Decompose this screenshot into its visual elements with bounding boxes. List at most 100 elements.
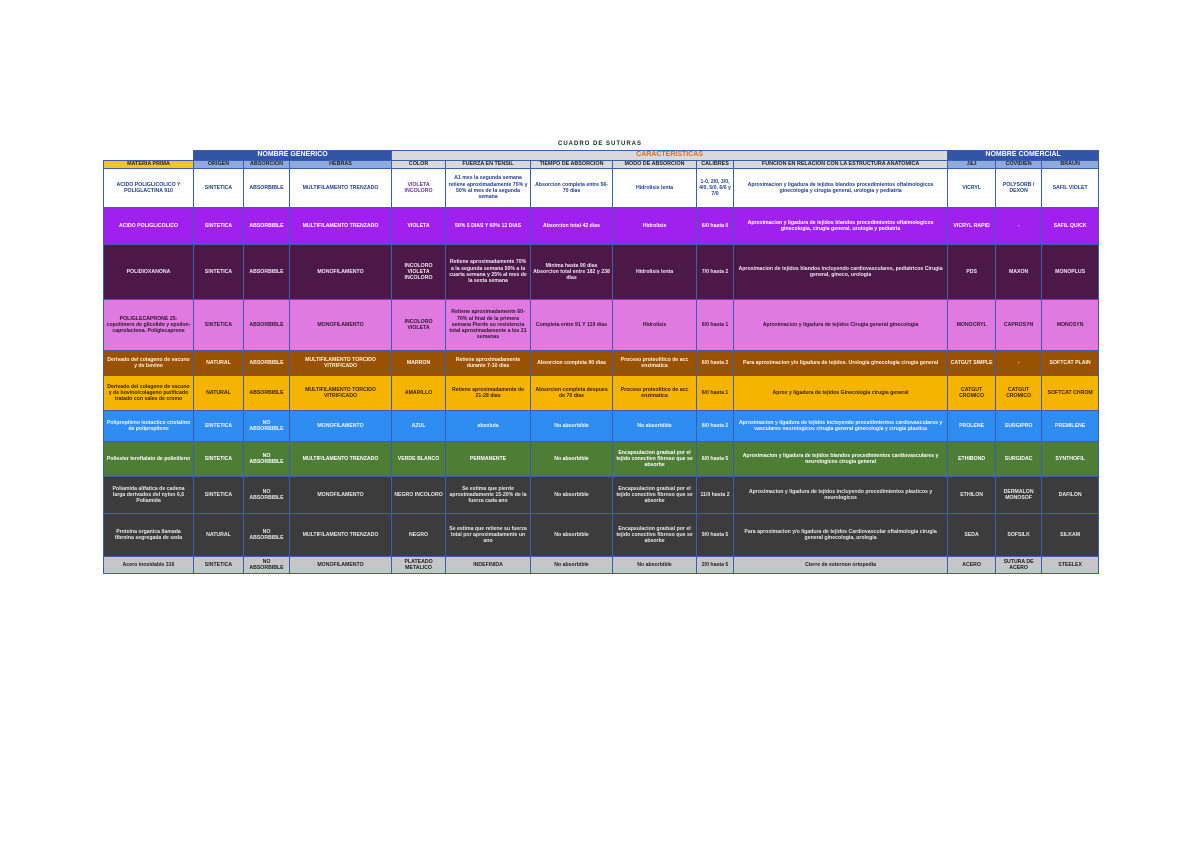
cell-color: NEGRO (391, 513, 447, 557)
cell-fuerza-tensil: Retiene aproximadamente 70% a la segunda… (445, 244, 532, 300)
cell-jj: MONOCRYL (947, 299, 997, 351)
cell-funcion: Aproximacion de tejidos blandos incluyen… (733, 244, 949, 300)
col-header-jj: J&J (947, 160, 997, 169)
cell-braun: MONOPLUS (1041, 244, 1100, 300)
cell-covidien: CATGUT CROMICO (995, 375, 1043, 411)
cell-funcion: Aprox y ligadura de tejidos Ginecologia … (733, 375, 949, 411)
cell-jj: PDS (947, 244, 997, 300)
table-row: ACIDO POLIGLICOLICO Y POLIGLACTINA 910 SI… (103, 168, 1100, 208)
cell-modo-absorcion: No absorbible (612, 556, 698, 574)
cell-hebras: MULTIFILAMENTO TRENZADO (288, 513, 393, 557)
cell-origen: NATURAL (193, 513, 244, 557)
cell-funcion: Para aproximacion y/o ligadura de tejido… (733, 513, 949, 557)
cell-covidien: DERMALON MONOSOF (995, 476, 1043, 514)
col-header-calibres: CALIBRES (696, 160, 735, 169)
cell-calibres: 6/0 hasta 0 (696, 207, 735, 245)
col-header-tiempo-absorcion: TIEMPO DE ABSORCION (530, 160, 614, 169)
cell-jj: PROLENE (947, 410, 997, 442)
cell-materia-prima: Derivado del colageno de vacuno y de bov… (103, 375, 194, 411)
cell-modo-absorcion: Hidrolisis lenta (612, 168, 698, 208)
cell-jj: ETHILON (947, 476, 997, 514)
cell-jj: CATGUT SIMPLE (947, 350, 997, 376)
cell-materia-prima: POLIDIOXANONA (103, 244, 194, 300)
cell-tiempo-absorcion: Absorcion total 42 dias (530, 207, 614, 245)
col-header-funcion: FUNCION EN RELACION CON LA ESTRUCTURA AN… (733, 160, 949, 169)
cell-funcion: Aproximacion y ligadura de tejidos bland… (733, 168, 949, 208)
cell-tiempo-absorcion: Absorcion completa entre 56-70 dias (530, 168, 614, 208)
cell-modo-absorcion: No absorbible (612, 410, 698, 442)
cell-fuerza-tensil: Se estima que pierde aproximadamente 15-… (445, 476, 532, 514)
cell-tiempo-absorcion: Minima hasta 90 dias Absorcion total ent… (530, 244, 614, 300)
cell-modo-absorcion: Proceso proteolitico de acc enzimatica (612, 375, 698, 411)
cell-hebras: MONOFILAMENTO (288, 299, 393, 351)
table-row: Derivado del colageno de vacuno y de bov… (103, 375, 1100, 411)
cell-braun: SOFTCAT PLAIN (1041, 350, 1100, 376)
cell-hebras: MONOFILAMENTO (288, 410, 393, 442)
cell-origen: SINTETICA (193, 556, 244, 574)
cell-braun: DAFILON (1041, 476, 1100, 514)
table-row: Acero inoxidable 316 SINTETICA NO ABSORBIB… (103, 556, 1100, 574)
col-header-hebras: HEBRAS (288, 160, 393, 169)
cell-hebras: MULTIFILAMENTO TRENZADO (288, 168, 393, 208)
cell-color: NEGRO INCOLORO (391, 476, 447, 514)
cell-origen: SINTETICA (193, 299, 244, 351)
cell-origen: SINTETICA (193, 244, 244, 300)
cell-color: PLATEADO METALICO (391, 556, 447, 574)
cell-modo-absorcion: Encapsulacion gradual por el tejido cone… (612, 513, 698, 557)
col-header-absorcion: ABSORCION (243, 160, 290, 169)
cell-covidien: SUTURA DE ACERO (995, 556, 1043, 574)
cell-braun: SAFIL VIOLET (1041, 168, 1100, 208)
cell-modo-absorcion: Encapsulacion gradual por el tejido cone… (612, 441, 698, 477)
cell-hebras: MONOFILAMENTO (288, 556, 393, 574)
cell-color: VERDE BLANCO (391, 441, 447, 477)
cell-tiempo-absorcion: No absorbible (530, 476, 614, 514)
cell-funcion: Aproximacion y ligadura de tejidos Cirug… (733, 299, 949, 351)
cell-covidien: CAPROSYN (995, 299, 1043, 351)
cell-braun: SILKAM (1041, 513, 1100, 557)
cell-materia-prima: Proteina organica llamada fibroina segre… (103, 513, 194, 557)
cell-jj: VICRYL RAPID (947, 207, 997, 245)
cell-color: AMARILLO (391, 375, 447, 411)
cell-modo-absorcion: Proceso proteolitico de acc enzimatica (612, 350, 698, 376)
cell-jj: VICRYL (947, 168, 997, 208)
cell-funcion: Para aproximacion y/o ligadura de tejido… (733, 350, 949, 376)
cell-origen: SINTETICA (193, 441, 244, 477)
cell-funcion: Aproximacion y ligadura de tejidos inclu… (733, 410, 949, 442)
cell-origen: SINTETICA (193, 168, 244, 208)
cell-covidien: - (995, 207, 1043, 245)
cell-funcion: Aproximacion y ligadura de tejidos inclu… (733, 476, 949, 514)
cell-absorcion: ABSORBIBLE (243, 244, 290, 300)
cell-materia-prima: Poliester tereftalato de polietileno (103, 441, 194, 477)
cell-materia-prima: Derivado del colageno de vacuno y de bov… (103, 350, 194, 376)
cell-origen: SINTETICA (193, 476, 244, 514)
cell-fuerza-tensil: Retiene aproximadamente durante 7-10 dia… (445, 350, 532, 376)
cell-tiempo-absorcion: No absorbible (530, 513, 614, 557)
cell-braun: SYNTHOFIL (1041, 441, 1100, 477)
cell-funcion: Aproximacion y ligadura de tejidos bland… (733, 441, 949, 477)
cell-tiempo-absorcion: Absorcion completa despues de 70 dias (530, 375, 614, 411)
table-row: Derivado del colageno de vacuno y de bov… (103, 350, 1100, 376)
cell-absorcion: NO ABSORBIBLE (243, 476, 290, 514)
cell-jj: SEDA (947, 513, 997, 557)
cell-materia-prima: ACIDO POLIGLICOLICO (103, 207, 194, 245)
cell-hebras: MULTIFILAMENTO TRENZADO (288, 207, 393, 245)
group-caracteristicas: CARACTERISTICAS (391, 150, 949, 161)
cell-braun: SAFIL QUICK (1041, 207, 1100, 245)
table-row: POLIGLECAPRONE 25- copolimero de glicoli… (103, 299, 1100, 351)
cell-covidien: POLYSORB / DEXON (995, 168, 1043, 208)
cell-origen: NATURAL (193, 375, 244, 411)
cell-fuerza-tensil: absoluta (445, 410, 532, 442)
cell-fuerza-tensil: Retiene aproximadamente 60-70% al final … (445, 299, 532, 351)
cell-hebras: MONOFILAMENTO (288, 244, 393, 300)
cell-absorcion: ABSORBIBLE (243, 350, 290, 376)
cell-funcion: Cierre de esternon ortopedia (733, 556, 949, 574)
cell-fuerza-tensil: 50% 5 DIAS Y 60% 12 DIAS (445, 207, 532, 245)
col-header-covidien: COVIDIEN (995, 160, 1043, 169)
cell-color: MARRON (391, 350, 447, 376)
cell-covidien: SOFSILK (995, 513, 1043, 557)
col-header-braun: BRAUN (1041, 160, 1100, 169)
document-title: CUADRO DE SUTURAS (557, 141, 642, 147)
cell-tiempo-absorcion: Completa entre 91 Y 119 dias (530, 299, 614, 351)
cell-modo-absorcion: Hidrolisis (612, 299, 698, 351)
cell-braun: PREMILENE (1041, 410, 1100, 442)
